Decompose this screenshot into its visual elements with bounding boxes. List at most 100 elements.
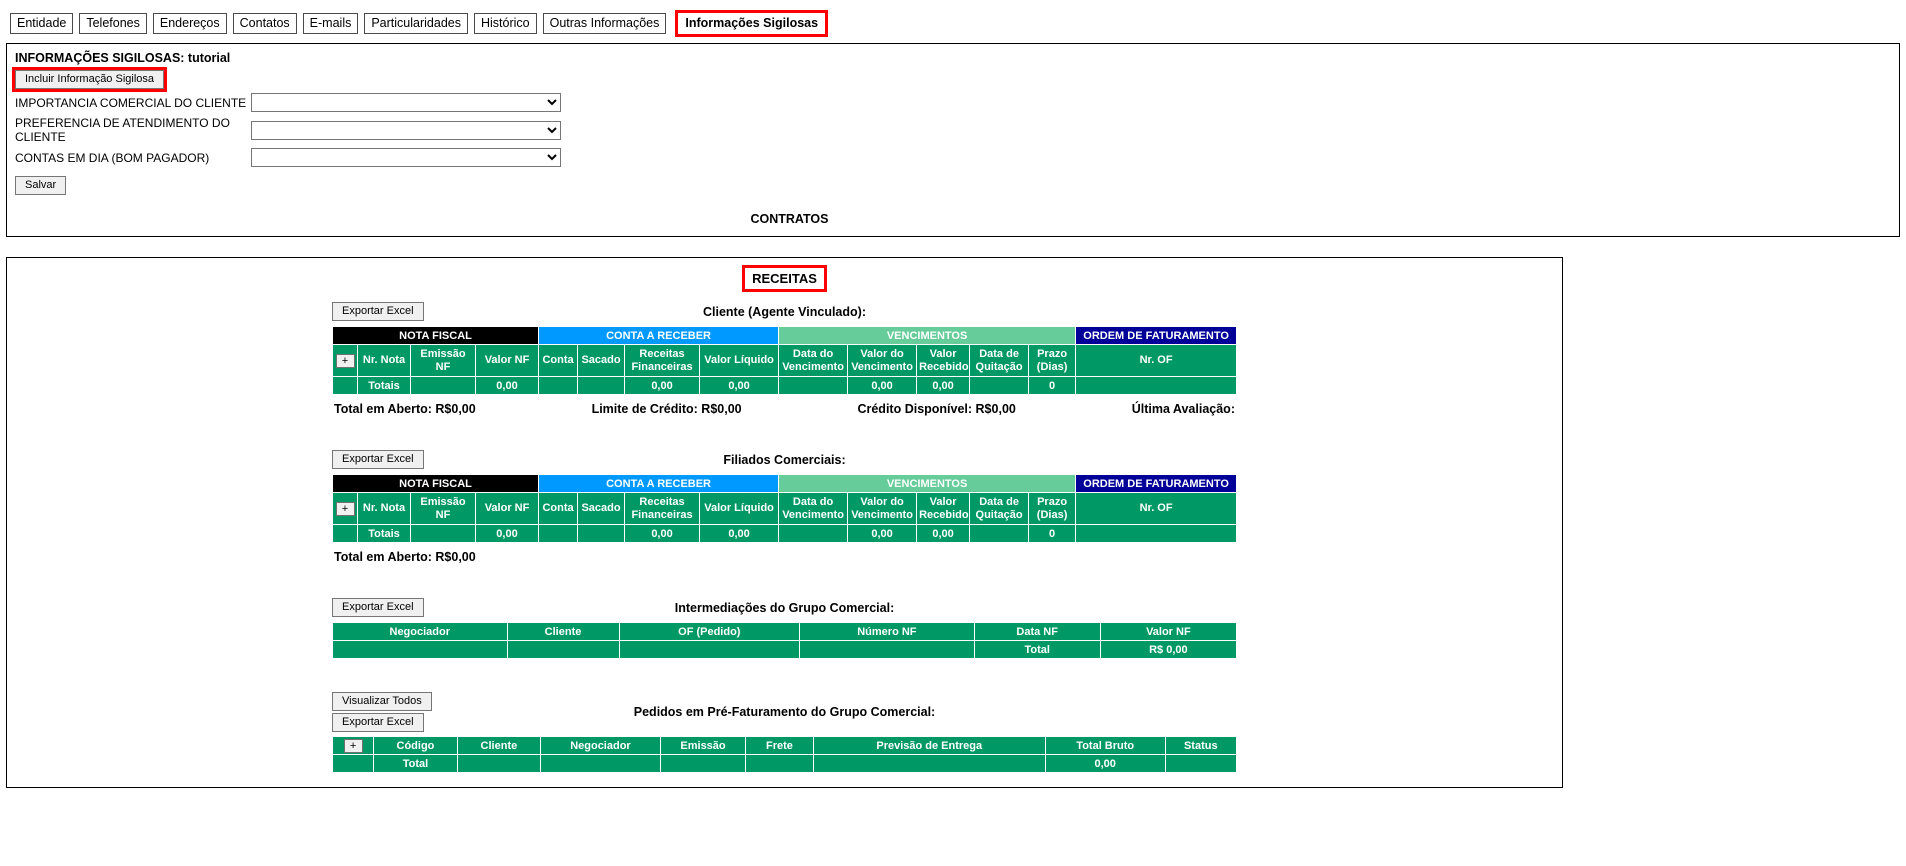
total-receitas-financeiras-cell: 0,00 <box>625 377 699 394</box>
col-header-valor-recebido: Valor Recebido <box>917 345 969 376</box>
intermediacoes-table: Negociador Cliente OF (Pedido) Número NF… <box>332 622 1237 659</box>
tab-informacoes-sigilosas[interactable]: Informações Sigilosas <box>675 10 828 37</box>
col-header-frete: Frete <box>746 737 812 754</box>
expand-column-header: + <box>333 493 357 524</box>
expand-all-button[interactable]: + <box>336 502 355 516</box>
col-header-data-de-quitacao: Data de Quitação <box>970 493 1028 524</box>
expand-all-button[interactable]: + <box>344 739 363 753</box>
group-header-vencimentos: VENCIMENTOS <box>779 475 1075 492</box>
col-header-data-do-vencimento: Data do Vencimento <box>779 345 847 376</box>
col-header-nr-of: Nr. OF <box>1076 345 1236 376</box>
cliente-table: NOTA FISCAL CONTA A RECEBER VENCIMENTOS … <box>332 326 1237 395</box>
total-label-cell: Total <box>975 641 1100 658</box>
contas-em-dia-label: CONTAS EM DIA (BOM PAGADOR) <box>15 151 251 165</box>
total-cell <box>333 377 357 394</box>
tab-entidade[interactable]: Entidade <box>10 13 73 34</box>
group-header-row: NOTA FISCAL CONTA A RECEBER VENCIMENTOS … <box>333 327 1236 344</box>
contas-em-dia-select[interactable] <box>251 148 561 167</box>
total-cell <box>620 641 800 658</box>
total-cell <box>1076 377 1236 394</box>
filiados-section-title: Filiados Comerciais: <box>332 451 1237 469</box>
tab-contatos[interactable]: Contatos <box>233 13 297 34</box>
exportar-excel-button[interactable]: Exportar Excel <box>332 598 424 617</box>
col-header-cliente: Cliente <box>458 737 540 754</box>
col-header-negociador: Negociador <box>333 623 507 640</box>
total-cell <box>1166 755 1236 772</box>
col-header-data-nf: Data NF <box>975 623 1100 640</box>
total-cell <box>779 377 847 394</box>
total-cell <box>333 755 373 772</box>
total-cell <box>578 377 624 394</box>
receitas-heading-row: RECEITAS <box>7 265 1562 292</box>
totals-row: Totais 0,00 0,00 0,00 0,00 0,00 0 <box>333 377 1236 394</box>
total-cell <box>539 525 577 542</box>
expand-column-header: + <box>333 345 357 376</box>
col-header-previsao-de-entrega: Previsão de Entrega <box>814 737 1045 754</box>
field-row-preferencia: PREFERENCIA DE ATENDIMENTO DO CLIENTE <box>15 116 1891 144</box>
page: Entidade Telefones Endereços Contatos E-… <box>0 0 1906 788</box>
totais-label-cell: Totais <box>358 525 410 542</box>
importancia-comercial-select[interactable] <box>251 93 561 112</box>
group-header-ordem-de-faturamento: ORDEM DE FATURAMENTO <box>1076 475 1236 492</box>
totais-label-cell: Totais <box>358 377 410 394</box>
col-header-emissao-nf: Emissão NF <box>411 493 475 524</box>
col-header-nr-nota: Nr. Nota <box>358 493 410 524</box>
col-header-data-do-vencimento: Data do Vencimento <box>779 493 847 524</box>
col-header-valor-liquido: Valor Líquido <box>700 493 778 524</box>
total-cell <box>661 755 745 772</box>
total-cell <box>814 755 1045 772</box>
col-header-negociador: Negociador <box>541 737 660 754</box>
col-header-prazo-dias: Prazo (Dias) <box>1029 345 1075 376</box>
col-header-sacado: Sacado <box>578 345 624 376</box>
tab-particularidades[interactable]: Particularidades <box>364 13 468 34</box>
expand-all-button[interactable]: + <box>336 354 355 368</box>
limite-de-credito: Limite de Crédito: R$0,00 <box>592 402 742 416</box>
col-header-valor-liquido: Valor Líquido <box>700 345 778 376</box>
col-header-nr-nota: Nr. Nota <box>358 345 410 376</box>
incluir-informacao-sigilosa-button[interactable]: Incluir Informação Sigilosa <box>15 70 164 89</box>
total-cell <box>800 641 974 658</box>
total-valor-recebido-cell: 0,00 <box>917 525 969 542</box>
total-cell <box>458 755 540 772</box>
total-valor-nf-cell: 0,00 <box>476 525 538 542</box>
col-header-receitas-financeiras: Receitas Financeiras <box>625 345 699 376</box>
col-header-codigo: Código <box>374 737 456 754</box>
pedidos-section-title: Pedidos em Pré-Faturamento do Grupo Come… <box>332 694 1237 730</box>
intermediacoes-section-title: Intermediações do Grupo Comercial: <box>332 599 1237 617</box>
exportar-excel-button[interactable]: Exportar Excel <box>332 713 424 732</box>
tab-outras-informacoes[interactable]: Outras Informações <box>543 13 667 34</box>
preferencia-atendimento-select[interactable] <box>251 121 561 140</box>
filiados-section: Exportar Excel Filiados Comerciais: NOTA… <box>332 451 1237 564</box>
total-cell <box>578 525 624 542</box>
total-label-cell: Total <box>374 755 456 772</box>
contratos-heading: CONTRATOS <box>15 212 1564 226</box>
total-cell <box>539 377 577 394</box>
total-cell <box>333 641 507 658</box>
total-valor-vencimento-cell: 0,00 <box>848 525 916 542</box>
col-header-emissao: Emissão <box>661 737 745 754</box>
informacoes-sigilosas-panel: INFORMAÇÕES SIGILOSAS: tutorial Incluir … <box>6 43 1900 237</box>
importancia-comercial-label: IMPORTANCIA COMERCIAL DO CLIENTE <box>15 96 251 110</box>
tab-historico[interactable]: Histórico <box>474 13 537 34</box>
total-cell <box>746 755 812 772</box>
col-header-receitas-financeiras: Receitas Financeiras <box>625 493 699 524</box>
col-header-valor-recebido: Valor Recebido <box>917 493 969 524</box>
exportar-excel-button[interactable]: Exportar Excel <box>332 302 424 321</box>
col-header-sacado: Sacado <box>578 493 624 524</box>
tab-enderecos[interactable]: Endereços <box>153 13 227 34</box>
column-header-row: + Nr. Nota Emissão NF Valor NF Conta Sac… <box>333 345 1236 376</box>
tab-telefones[interactable]: Telefones <box>79 13 147 34</box>
group-header-conta-a-receber: CONTA A RECEBER <box>539 327 778 344</box>
filiados-summary-row: Total em Aberto: R$0,00 <box>332 550 1237 564</box>
salvar-button[interactable]: Salvar <box>15 176 66 195</box>
total-valor-nf-cell: 0,00 <box>476 377 538 394</box>
exportar-excel-button[interactable]: Exportar Excel <box>332 450 424 469</box>
totals-row: Total R$ 0,00 <box>333 641 1236 658</box>
total-bruto-value-cell: 0,00 <box>1046 755 1165 772</box>
visualizar-todos-button[interactable]: Visualizar Todos <box>332 692 432 711</box>
group-header-nota-fiscal: NOTA FISCAL <box>333 475 538 492</box>
field-row-contas-em-dia: CONTAS EM DIA (BOM PAGADOR) <box>15 148 1891 167</box>
cliente-section-title: Cliente (Agente Vinculado): <box>332 303 1237 321</box>
filiados-section-head: Exportar Excel Filiados Comerciais: <box>332 451 1237 469</box>
tab-emails[interactable]: E-mails <box>303 13 359 34</box>
